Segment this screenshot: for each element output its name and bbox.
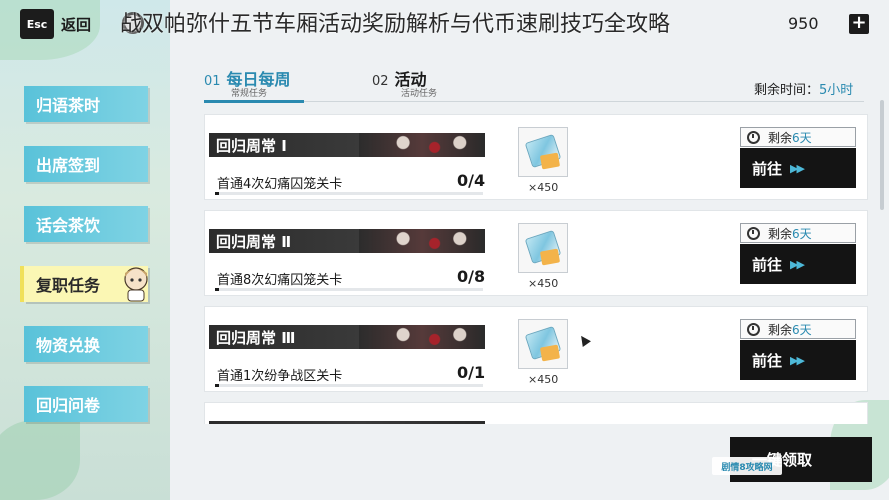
go-button-label: 前往 — [752, 255, 783, 274]
task-time-remaining: 剩余 6天 — [740, 127, 856, 147]
clock-icon — [747, 130, 760, 144]
task-list[interactable]: 回归周常 Ⅰ 首通4次幻痛囚笼关卡 0/4 ×450 剩余 6天 前往 ▶▶ 回归周… — [204, 114, 868, 424]
time-prefix: 剩余 — [768, 226, 793, 241]
task-progress: 0/8 — [457, 267, 486, 286]
active-tab-underline — [204, 100, 304, 103]
sidebar-item-tea-time[interactable]: 归语茶时 — [24, 86, 148, 122]
watermark: 剧情8攻略网 — [712, 457, 782, 475]
task-title: 回归周常 Ⅲ — [209, 325, 485, 349]
clock-icon — [747, 226, 760, 240]
go-button[interactable]: 前往 ▶▶ — [740, 148, 856, 188]
chibi-mascot-icon — [124, 267, 148, 302]
task-banner-art — [359, 325, 485, 349]
task-title — [209, 421, 485, 424]
task-description: 首通8次幻痛囚笼关卡 — [217, 273, 343, 288]
currency-value: 950 — [788, 14, 819, 33]
time-value: 6天 — [792, 130, 812, 145]
task-progress-fill — [215, 288, 220, 291]
task-description: 首通1次纷争战区关卡 — [217, 369, 343, 384]
clock-icon — [747, 322, 760, 336]
task-progress-bar — [215, 192, 483, 195]
sidebar-item-survey[interactable]: 回归问卷 — [24, 386, 148, 422]
sidebar-item-label: 话会茶饮 — [36, 216, 101, 235]
time-value: 6天 — [792, 226, 812, 241]
double-arrow-icon: ▶▶ — [790, 353, 805, 367]
task-title-text: 回归周常 Ⅱ — [216, 232, 292, 251]
task-title-text: 回归周常 Ⅲ — [216, 328, 296, 347]
task-time-remaining: 剩余 6天 — [740, 319, 856, 339]
task-progress: 0/4 — [457, 171, 486, 190]
sidebar-item-tea-drink[interactable]: 话会茶饮 — [24, 206, 148, 242]
tab-activity[interactable]: 02 活动 活动任务 — [372, 66, 437, 99]
task-banner-art — [359, 133, 485, 157]
tab-subtitle: 活动任务 — [401, 89, 438, 99]
time-prefix: 剩余 — [768, 130, 793, 145]
double-arrow-icon: ▶▶ — [790, 161, 805, 175]
reward-ticket-icon[interactable] — [518, 223, 568, 273]
time-prefix: 剩余 — [768, 322, 793, 337]
go-button-label: 前往 — [752, 351, 783, 370]
tab-number: 01 — [204, 74, 221, 89]
task-card: 回归周常 Ⅲ 首通1次纷争战区关卡 0/1 ×450 剩余 6天 前往 ▶▶ — [204, 306, 868, 392]
page-title-overlay: 战双帕弥什五节车厢活动奖励解析与代币速刷技巧全攻略 — [120, 12, 671, 37]
reward-count: ×450 — [528, 181, 559, 194]
tab-number: 02 — [372, 74, 389, 89]
go-button[interactable]: 前往 ▶▶ — [740, 340, 856, 380]
task-card-partial — [204, 402, 868, 424]
sidebar-item-label: 出席签到 — [36, 156, 101, 175]
task-progress-fill — [215, 384, 220, 387]
remaining-time-value: 5小时 — [819, 83, 854, 98]
task-progress: 0/1 — [457, 363, 486, 382]
task-progress-bar — [215, 288, 483, 291]
task-title-text: 回归周常 Ⅰ — [216, 136, 287, 155]
reward-ticket-icon[interactable] — [518, 127, 568, 177]
task-time-remaining: 剩余 6天 — [740, 223, 856, 243]
esc-button[interactable]: Esc — [20, 9, 54, 39]
double-arrow-icon: ▶▶ — [790, 257, 805, 271]
reward-count: ×450 — [528, 373, 559, 386]
reward-count: ×450 — [528, 277, 559, 290]
go-button[interactable]: 前往 ▶▶ — [740, 244, 856, 284]
tab-subtitle: 常规任务 — [231, 89, 268, 99]
sidebar-item-label: 回归问卷 — [36, 396, 101, 415]
task-card: 回归周常 Ⅱ 首通8次幻痛囚笼关卡 0/8 ×450 剩余 6天 前往 ▶▶ — [204, 210, 868, 296]
tab-divider — [304, 101, 864, 102]
sidebar-item-exchange[interactable]: 物资兑换 — [24, 326, 148, 362]
top-bar: Esc 返回 战双帕弥什五节车厢活动奖励解析与代币速刷技巧全攻略 950 + — [0, 0, 889, 48]
sidebar-item-label: 归语茶时 — [36, 96, 101, 115]
remaining-time: 剩余时间：5小时 — [754, 79, 853, 98]
task-progress-bar — [215, 384, 483, 387]
back-button[interactable]: 返回 — [61, 14, 91, 35]
task-banner-art — [359, 229, 485, 253]
sidebar-item-sign-in[interactable]: 出席签到 — [24, 146, 148, 182]
scrollbar[interactable] — [880, 100, 884, 210]
task-card: 回归周常 Ⅰ 首通4次幻痛囚笼关卡 0/4 ×450 剩余 6天 前往 ▶▶ — [204, 114, 868, 200]
go-button-label: 前往 — [752, 159, 783, 178]
sidebar-item-label: 复职任务 — [36, 276, 101, 295]
tab-daily-weekly[interactable]: 01 每日每周 常规任务 — [204, 66, 291, 99]
sidebar-item-label: 物资兑换 — [36, 336, 101, 355]
task-description: 首通4次幻痛囚笼关卡 — [217, 177, 343, 192]
time-value: 6天 — [792, 322, 812, 337]
task-title: 回归周常 Ⅰ — [209, 133, 485, 157]
task-progress-fill — [215, 192, 220, 195]
task-title: 回归周常 Ⅱ — [209, 229, 485, 253]
remaining-time-label: 剩余时间： — [754, 83, 820, 98]
add-currency-button[interactable]: + — [849, 14, 869, 34]
reward-ticket-icon[interactable] — [518, 319, 568, 369]
